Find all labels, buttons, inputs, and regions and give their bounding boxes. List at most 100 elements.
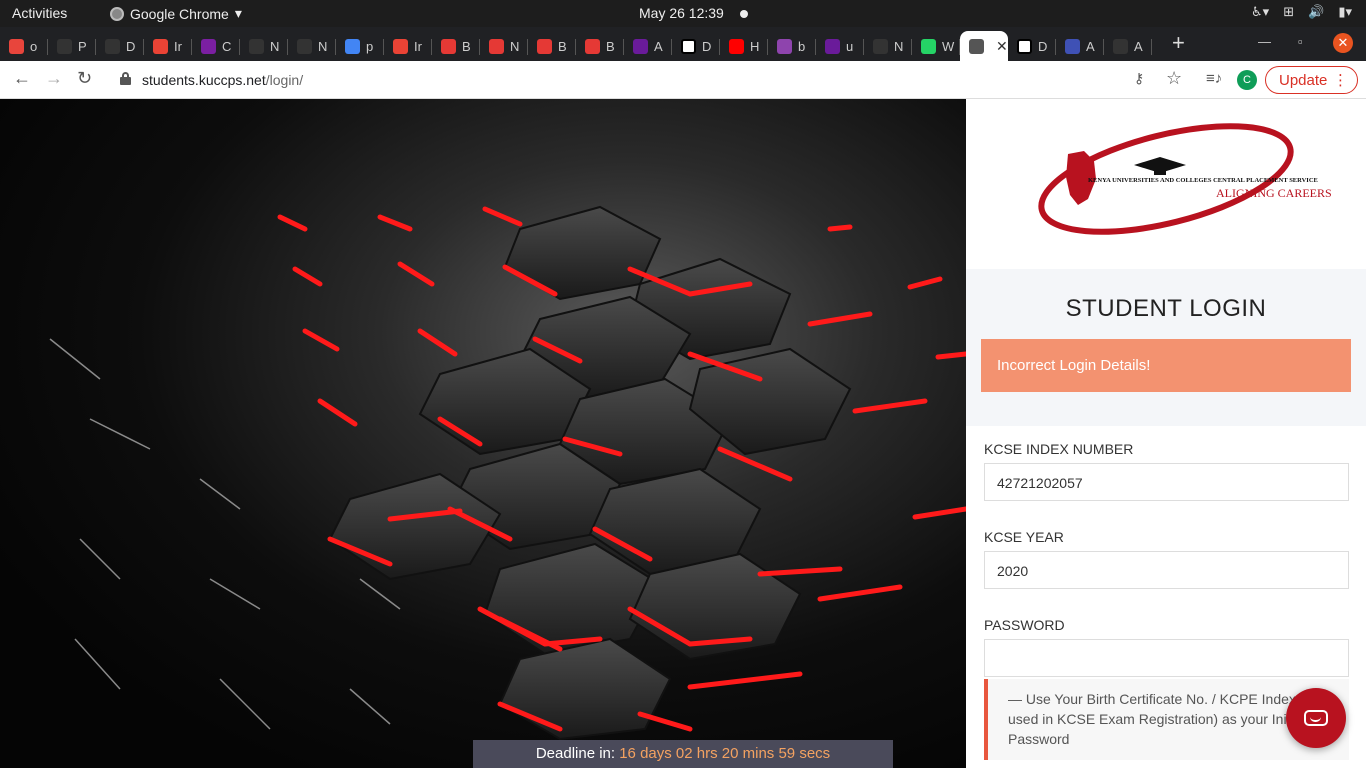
- list-icon: [201, 38, 216, 54]
- kcse-year-input[interactable]: 2020: [984, 551, 1349, 589]
- tab[interactable]: u: [816, 31, 864, 61]
- tab-title: N: [270, 38, 280, 54]
- tab-title: b: [798, 38, 806, 54]
- more-vert-icon[interactable]: ⋮: [1333, 71, 1348, 89]
- tab-favicon: [9, 38, 24, 54]
- tab-title: A: [1134, 38, 1143, 54]
- tab-title: D: [702, 38, 712, 54]
- tab[interactable]: b: [768, 31, 816, 61]
- tab-separator: [1151, 39, 1152, 55]
- gear-icon: [1065, 38, 1080, 54]
- window-close-button[interactable]: ✕: [1333, 33, 1353, 53]
- chat-icon: [1304, 710, 1328, 726]
- url-text[interactable]: students.kuccps.net/login/: [142, 72, 303, 88]
- volume-icon[interactable]: 🔊: [1308, 4, 1324, 20]
- tab[interactable]: Ir: [384, 31, 432, 61]
- tab-title: A: [1086, 38, 1095, 54]
- back-icon[interactable]: ←: [13, 68, 31, 89]
- maximize-button[interactable]: ▫: [1298, 34, 1303, 49]
- tab-title: B: [606, 38, 615, 54]
- tab-favicon: [681, 38, 696, 54]
- deadline-label: Deadline in:: [535, 745, 616, 762]
- tab[interactable]: A: [1104, 31, 1152, 61]
- activities-button[interactable]: Activities: [12, 5, 67, 21]
- tab[interactable]: B: [528, 31, 576, 61]
- tab[interactable]: A: [624, 31, 672, 61]
- whatsapp-icon: [921, 38, 936, 54]
- lock-icon[interactable]: [120, 72, 131, 85]
- tab-active[interactable]: ✕: [960, 31, 1008, 61]
- app-name: Google Chrome: [130, 5, 229, 22]
- svg-text:ALIGNING CAREERS: ALIGNING CAREERS: [1216, 186, 1332, 200]
- tab[interactable]: D: [672, 31, 720, 61]
- app-menu[interactable]: Google Chrome ▾: [110, 5, 242, 22]
- globe-icon: [969, 38, 984, 54]
- tab-title: C: [222, 38, 232, 54]
- gmail-icon: [153, 38, 168, 54]
- tab[interactable]: A: [1056, 31, 1104, 61]
- tab-favicon: [1113, 38, 1128, 54]
- deadline-countdown: 16 days 02 hrs 20 mins 59 secs: [619, 745, 831, 762]
- chat-widget-button[interactable]: [1286, 688, 1346, 748]
- media-control-icon[interactable]: ≡♪: [1206, 70, 1222, 87]
- triangle-icon: [633, 38, 648, 54]
- tab-title: A: [654, 38, 663, 54]
- page-title: STUDENT LOGIN: [1065, 295, 1267, 322]
- tab-title: u: [846, 38, 854, 54]
- tab-title: p: [366, 38, 374, 54]
- clock[interactable]: May 26 12:39: [639, 5, 724, 21]
- play-icon: [489, 38, 504, 54]
- key-icon[interactable]: ⚷: [1134, 70, 1144, 87]
- tab[interactable]: N: [480, 31, 528, 61]
- tab[interactable]: H: [720, 31, 768, 61]
- login-panel: KENYA UNIVERSITIES AND COLLEGES CENTRAL …: [966, 99, 1366, 768]
- tab[interactable]: D: [96, 31, 144, 61]
- tab-title: B: [558, 38, 567, 54]
- tab[interactable]: W: [912, 31, 960, 61]
- tab[interactable]: B: [576, 31, 624, 61]
- system-tray[interactable]: ♿▾ ⊞ 🔊 ▮▾: [1251, 4, 1352, 20]
- bookmark-star-icon[interactable]: ☆: [1166, 68, 1182, 89]
- tab[interactable]: o: [0, 31, 48, 61]
- tab-favicon: [873, 38, 888, 54]
- close-tab-icon[interactable]: ✕: [996, 38, 1008, 55]
- system-top-bar: Activities Google Chrome ▾ May 26 12:39 …: [0, 0, 1366, 27]
- tab[interactable]: C: [192, 31, 240, 61]
- password-label: PASSWORD: [984, 617, 1065, 633]
- tab[interactable]: D: [1008, 31, 1056, 61]
- error-alert: Incorrect Login Details!: [981, 339, 1351, 392]
- tab-title: H: [750, 38, 760, 54]
- play-icon: [441, 38, 456, 54]
- gmail-icon: [393, 38, 408, 54]
- svg-text:KENYA UNIVERSITIES AND COLLEGE: KENYA UNIVERSITIES AND COLLEGES CENTRAL …: [1088, 177, 1318, 184]
- youtube-icon: [729, 38, 744, 54]
- tab[interactable]: B: [432, 31, 480, 61]
- tab-strip: o P D Ir C N Np Ir B N B B A D Hb u N W ✕ D A A: [0, 27, 1366, 61]
- tab[interactable]: N: [288, 31, 336, 61]
- tab[interactable]: N: [864, 31, 912, 61]
- reload-icon[interactable]: ↻: [77, 68, 92, 89]
- accessibility-icon[interactable]: ♿▾: [1251, 4, 1269, 20]
- new-tab-button[interactable]: +: [1172, 30, 1185, 56]
- network-icon[interactable]: ⊞: [1283, 4, 1294, 20]
- deadline-banner: Deadline in: 16 days 02 hrs 20 mins 59 s…: [473, 740, 893, 768]
- battery-icon[interactable]: ▮▾: [1338, 4, 1352, 20]
- tab-title: Ir: [174, 38, 182, 54]
- profile-avatar[interactable]: C: [1237, 70, 1257, 90]
- tab[interactable]: Ir: [144, 31, 192, 61]
- forward-icon[interactable]: →: [45, 68, 63, 89]
- play-icon: [537, 38, 552, 54]
- tab[interactable]: N: [240, 31, 288, 61]
- index-number-input[interactable]: 42721202057: [984, 463, 1349, 501]
- tab[interactable]: p: [336, 31, 384, 61]
- minimize-button[interactable]: —: [1258, 34, 1271, 49]
- tab[interactable]: P: [48, 31, 96, 61]
- update-button[interactable]: Update ⋮: [1265, 66, 1358, 94]
- address-bar[interactable]: students.kuccps.net/login/ ⚷ ☆: [108, 65, 1194, 95]
- tab-title: N: [510, 38, 520, 54]
- tab-title: Ir: [414, 38, 422, 54]
- tab-title: o: [30, 38, 38, 54]
- kuccps-logo: KENYA UNIVERSITIES AND COLLEGES CENTRAL …: [966, 99, 1366, 269]
- page-content: Deadline in: 16 days 02 hrs 20 mins 59 s…: [0, 99, 1366, 768]
- password-input[interactable]: [984, 639, 1349, 677]
